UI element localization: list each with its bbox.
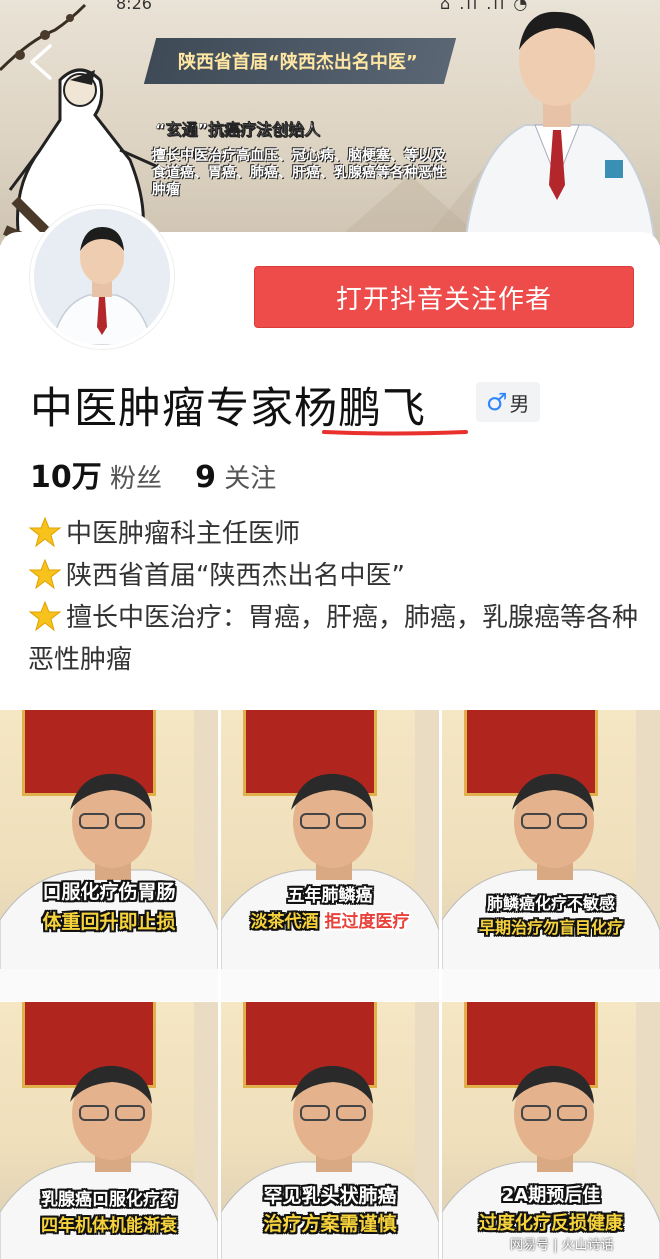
video-caption-highlight: 早期治疗勿盲目化疗 (478, 918, 623, 937)
bio-line: 擅长中医治疗：胃癌，肝癌，肺癌，乳腺癌等各种恶性肿瘤 (28, 597, 638, 681)
video-caption-line-2: 早期治疗勿盲目化疗 (442, 914, 660, 942)
video-caption-line-1: 口服化疗伤胃肠 (42, 881, 176, 903)
name-underline-mark (322, 430, 468, 436)
banner-specialty-text: 擅长中医治疗高血压、冠心病、脑梗塞、等以及食道癌、胃癌、肺癌、肝癌、乳腺癌等各种… (152, 148, 446, 198)
video-grid: 口服化疗伤胃肠 体重回升即止损 五年肺鳞癌 淡茶代酒 拒过度医疗 肺鳞癌化疗不敏… (0, 710, 660, 1259)
video-caption-line-1: 罕见乳头状肺癌 (263, 1185, 397, 1207)
bio-text: 擅长中医治疗：胃癌，肝癌，肺癌，乳腺癌等各种恶性肿瘤 (28, 603, 639, 675)
doctor-figure (442, 773, 660, 1001)
profile-name: 中医肿瘤专家杨鹏飞 (30, 384, 426, 434)
bio-text: 陕西省首届“陕西杰出名中医” (66, 561, 405, 591)
profile-bio: 中医肿瘤科主任医师 陕西省首届“陕西杰出名中医” 擅长中医治疗：胃癌，肝癌，肺癌… (28, 513, 638, 681)
avatar[interactable] (30, 205, 174, 349)
following-stat[interactable]: 9 关注 (195, 460, 277, 495)
bio-text: 中医肿瘤科主任医师 (66, 519, 301, 549)
banner-founder-line: “玄通”抗癌疗法创始人 (155, 120, 321, 139)
video-caption-line-2: 四年机体机能渐衰 (0, 1212, 218, 1240)
video-caption-highlight: 四年机体机能渐衰 (41, 1216, 177, 1236)
open-douyin-follow-button[interactable]: 打开抖音关注作者 (254, 266, 634, 328)
video-thumbnail[interactable]: 罕见乳头状肺癌 治疗方案需谨慎 (221, 1002, 439, 1259)
status-time: 8:26 (116, 0, 152, 13)
banner-ribbon-title: 陕西省首届“陕西杰出名中医” (178, 52, 418, 73)
gender-badge: ♂ 男 (476, 382, 540, 422)
gender-label: 男 (509, 391, 530, 416)
video-caption-highlight: 淡茶代酒 (250, 912, 319, 932)
video-caption-warning: 拒过度医疗 (324, 912, 410, 932)
source-watermark: 网易号 | 火山诗话 (510, 1238, 614, 1253)
video-thumbnail[interactable]: 2A期预后佳 过度化疗反损健康 (442, 1002, 660, 1259)
video-thumbnail[interactable]: 口服化疗伤胃肠 体重回升即止损 (0, 710, 218, 1001)
star-icon (28, 601, 62, 631)
video-caption-line-1: 五年肺鳞癌 (287, 886, 373, 906)
fans-stat[interactable]: 10万 粉丝 (30, 460, 163, 495)
star-icon (28, 559, 62, 589)
doctor-portrait (463, 11, 657, 245)
video-caption-highlight: 治疗方案需谨慎 (263, 1213, 397, 1235)
bio-line: 陕西省首届“陕西杰出名中医” (28, 555, 638, 597)
video-thumbnail[interactable]: 五年肺鳞癌 淡茶代酒 拒过度医疗 (221, 710, 439, 1001)
video-caption-line-2: 淡茶代酒 拒过度医疗 (221, 908, 439, 936)
desk-paper (221, 969, 439, 1001)
avatar-image (34, 209, 170, 345)
video-caption-line-1: 乳腺癌口服化疗药 (41, 1190, 177, 1210)
video-caption-line-2: 体重回升即止损 (0, 908, 218, 936)
following-label: 关注 (224, 464, 277, 494)
desk-paper (442, 969, 660, 1001)
fans-count: 10万 (30, 460, 102, 495)
video-caption-highlight: 体重回升即止损 (42, 911, 176, 933)
fans-label: 粉丝 (110, 464, 163, 494)
video-caption-line-2: 治疗方案需谨慎 (221, 1210, 439, 1238)
bio-line: 中医肿瘤科主任医师 (28, 513, 638, 555)
following-count: 9 (195, 460, 216, 495)
video-caption-highlight: 过度化疗反损健康 (479, 1213, 623, 1234)
video-thumbnail[interactable]: 乳腺癌口服化疗药 四年机体机能渐衰 (0, 1002, 218, 1259)
desk-paper (0, 969, 218, 1001)
video-thumbnail[interactable]: 肺鳞癌化疗不敏感 早期治疗勿盲目化疗 (442, 710, 660, 1001)
back-arrow-icon[interactable] (22, 40, 62, 84)
star-icon (28, 517, 62, 547)
male-icon: ♂ (486, 388, 508, 416)
doctor-figure (221, 773, 439, 1001)
profile-stats: 10万 粉丝 9 关注 (30, 452, 276, 496)
video-caption-line-1: 2A期预后佳 (501, 1185, 601, 1206)
